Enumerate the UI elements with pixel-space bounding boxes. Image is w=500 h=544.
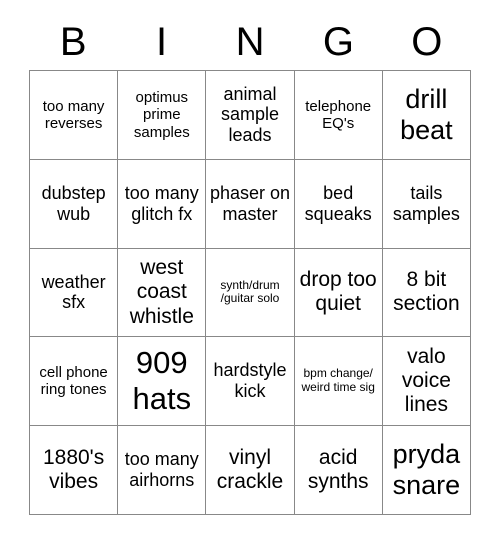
bingo-cell[interactable]: optimus prime samples <box>118 71 207 160</box>
bingo-header-letter-o: O <box>411 20 443 64</box>
bingo-cell-label: animal sample leads <box>220 83 279 146</box>
bingo-cell-label: phaser on master <box>209 182 291 224</box>
bingo-header-letter-g: G <box>322 20 354 64</box>
bingo-cell-label: drill beat <box>400 83 453 145</box>
bingo-header-letter-n: N <box>235 20 265 64</box>
bingo-cell-label: optimus prime samples <box>133 88 190 141</box>
bingo-cell[interactable]: weather sfx <box>30 248 119 338</box>
bingo-cell-label: drop too quiet <box>299 268 377 316</box>
bingo-grid: too many reverses optimus prime samples … <box>29 70 471 515</box>
bingo-cell-label: 1880's vibes <box>42 445 105 494</box>
bingo-cell[interactable]: too many reverses <box>30 71 119 160</box>
bingo-cell[interactable]: bpm change/ weird time sig <box>294 337 383 427</box>
bingo-cell[interactable]: 8 bit section <box>382 248 471 338</box>
bingo-cell[interactable]: too many glitch fx <box>118 159 207 249</box>
bingo-cell[interactable]: 1880's vibes <box>30 426 119 515</box>
bingo-cell[interactable]: vinyl crackle <box>206 426 295 515</box>
bingo-card: B I N G O too many reverses optimus prim… <box>0 0 500 544</box>
bingo-cell[interactable]: phaser on master <box>206 159 295 249</box>
bingo-cell-label: too many airhorns <box>124 449 199 491</box>
bingo-cell-label: weather sfx <box>41 271 106 313</box>
bingo-cell-label: hardstyle kick <box>213 360 287 402</box>
bingo-cell[interactable]: pryda snare <box>382 426 471 515</box>
bingo-cell[interactable]: valo voice lines <box>382 337 471 427</box>
bingo-cell[interactable]: west coast whistle <box>118 248 207 338</box>
bingo-cell[interactable]: acid synths <box>294 426 383 515</box>
bingo-cell[interactable]: animal sample leads <box>206 71 295 160</box>
bingo-cell-label: 8 bit section <box>393 268 460 316</box>
bingo-cell-label: west coast whistle <box>129 255 194 328</box>
bingo-cell-label: valo voice lines <box>401 344 451 417</box>
bingo-cell-label: telephone EQ's <box>305 97 372 132</box>
bingo-cell-label: pryda snare <box>392 438 461 501</box>
bingo-cell-label: bed squeaks <box>304 182 372 224</box>
bingo-cell-label: cell phone ring tones <box>39 363 108 399</box>
bingo-cell[interactable]: 909 hats <box>118 337 207 427</box>
bingo-cell-label: tails samples <box>392 182 460 224</box>
bingo-header-row: B I N G O <box>29 14 471 70</box>
bingo-cell[interactable]: drill beat <box>382 71 471 160</box>
bingo-cell[interactable]: dubstep wub <box>30 159 119 249</box>
bingo-cell-label: too many reverses <box>42 97 105 132</box>
bingo-header-letter-i: I <box>156 20 168 64</box>
bingo-cell-label: too many glitch fx <box>124 182 199 224</box>
bingo-cell[interactable]: too many airhorns <box>118 426 207 515</box>
bingo-header-letter-b: B <box>59 20 87 64</box>
bingo-cell-label: 909 hats <box>132 345 192 417</box>
bingo-cell[interactable]: cell phone ring tones <box>30 337 119 427</box>
bingo-cell[interactable]: hardstyle kick <box>206 337 295 427</box>
bingo-cell-label: dubstep wub <box>41 182 106 224</box>
bingo-cell-label: synth/drum /guitar solo <box>220 277 280 306</box>
bingo-cell-label: vinyl crackle <box>216 445 284 494</box>
bingo-cell[interactable]: synth/drum /guitar solo <box>206 248 295 338</box>
bingo-cell-label: bpm change/ weird time sig <box>301 366 375 395</box>
bingo-cell[interactable]: tails samples <box>382 159 471 249</box>
bingo-cell[interactable]: drop too quiet <box>294 248 383 338</box>
bingo-cell-label: acid synths <box>307 445 369 494</box>
bingo-cell[interactable]: telephone EQ's <box>294 71 383 160</box>
bingo-cell[interactable]: bed squeaks <box>294 159 383 249</box>
